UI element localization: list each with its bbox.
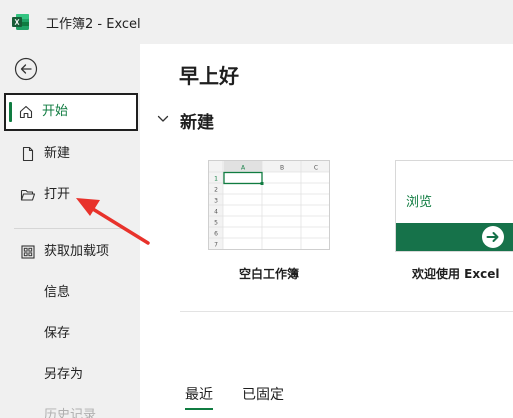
sidebar-item-label: 开始 bbox=[42, 104, 69, 119]
browse-text: 浏览 bbox=[406, 195, 433, 210]
sidebar-item-label: 信息 bbox=[44, 285, 71, 300]
blank-workbook-label[interactable]: 空白工作簿 bbox=[239, 265, 299, 282]
sidebar-item-home[interactable]: 开始 bbox=[4, 93, 138, 131]
window-title: 工作簿2 - Excel bbox=[46, 17, 141, 32]
sidebar-item-save-as[interactable]: 另存为 bbox=[4, 356, 138, 394]
backstage-main: 早上好 新建 A B C 1 2 3 4 5 6 7 空白工作簿 浏览 欢迎使用… bbox=[140, 44, 513, 418]
tab-pinned[interactable]: 已固定 bbox=[242, 384, 284, 404]
sidebar-item-info[interactable]: 信息 bbox=[4, 274, 138, 312]
sidebar-item-history[interactable]: 历史记录 bbox=[4, 397, 138, 418]
add-ins-icon bbox=[21, 245, 35, 259]
chevron-down-icon[interactable] bbox=[156, 112, 170, 126]
sidebar-item-save[interactable]: 保存 bbox=[4, 315, 138, 353]
sidebar-item-label: 历史记录 bbox=[44, 408, 97, 418]
new-section-title: 新建 bbox=[180, 113, 214, 133]
arrow-right-icon bbox=[482, 226, 504, 248]
grid-row-header: 6 bbox=[214, 231, 218, 238]
title-bar: 工作簿2 - Excel bbox=[0, 0, 513, 44]
grid-row-header: 3 bbox=[214, 198, 218, 205]
grid-row-header: 4 bbox=[214, 209, 218, 216]
annotation-arrow-icon bbox=[76, 198, 150, 245]
grid-column-header: C bbox=[314, 165, 318, 172]
sidebar-item-label: 新建 bbox=[44, 146, 71, 161]
sidebar-item-label: 保存 bbox=[44, 326, 71, 341]
greeting-heading: 早上好 bbox=[179, 64, 239, 88]
back-arrow-icon[interactable] bbox=[14, 57, 38, 81]
grid-column-header: B bbox=[280, 165, 284, 172]
home-icon bbox=[19, 105, 33, 119]
grid-row-header: 1 bbox=[214, 176, 218, 183]
sidebar-item-new[interactable]: 新建 bbox=[4, 135, 138, 173]
welcome-template[interactable]: 浏览 bbox=[395, 160, 513, 252]
grid-row-header: 7 bbox=[214, 242, 218, 249]
active-indicator bbox=[9, 102, 12, 122]
spreadsheet-grid-thumbnail: A B C 1 2 3 4 5 6 7 bbox=[209, 161, 329, 249]
new-document-icon bbox=[22, 146, 34, 162]
grid-row-header: 2 bbox=[214, 187, 218, 194]
tab-recent[interactable]: 最近 bbox=[185, 384, 213, 410]
welcome-template-label[interactable]: 欢迎使用 Excel bbox=[412, 265, 499, 282]
excel-icon bbox=[12, 14, 29, 30]
open-folder-icon bbox=[20, 189, 36, 201]
grid-row-header: 5 bbox=[214, 220, 218, 227]
section-divider bbox=[180, 311, 513, 312]
blank-workbook-template[interactable]: A B C 1 2 3 4 5 6 7 bbox=[208, 160, 330, 250]
sidebar-item-label: 另存为 bbox=[44, 367, 84, 382]
